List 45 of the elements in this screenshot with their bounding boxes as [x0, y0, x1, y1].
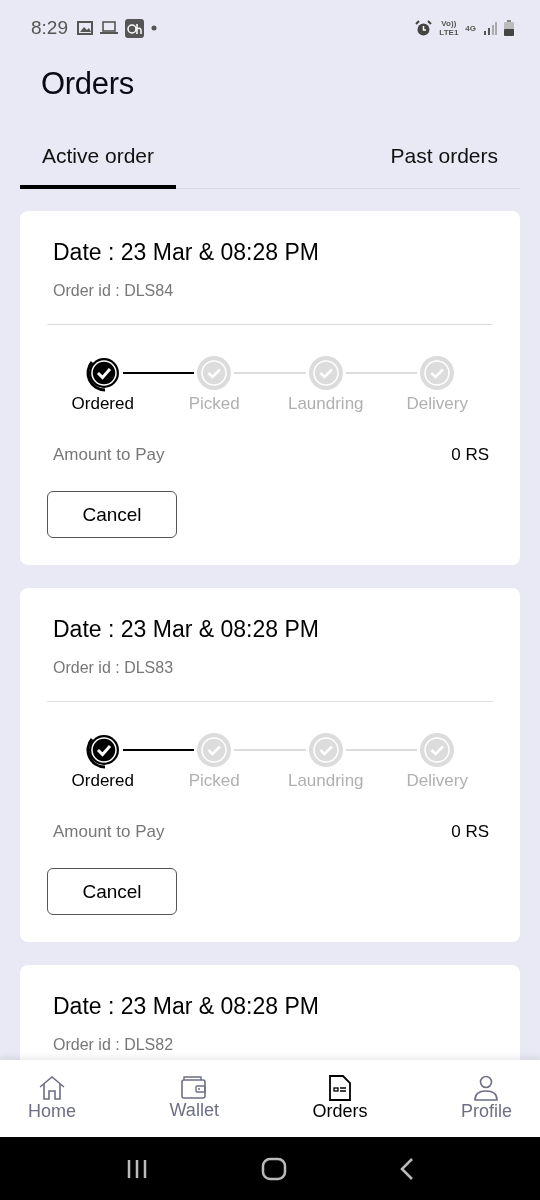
order-id: Order id : DLS83	[53, 659, 175, 677]
dot-icon	[151, 25, 157, 31]
order-id: Order id : DLS84	[53, 282, 175, 300]
step-label: Picked	[188, 771, 240, 791]
alarm-icon	[415, 19, 433, 37]
cancel-button[interactable]: Cancel	[47, 491, 177, 538]
cancel-button[interactable]: Cancel	[47, 868, 177, 915]
step-label: Laundring	[287, 394, 364, 414]
tab[interactable]: Active order	[20, 138, 177, 189]
document-icon	[328, 1075, 351, 1101]
recent-apps-icon[interactable]	[126, 1158, 149, 1179]
step-label: Picked	[188, 394, 240, 414]
profile-icon	[474, 1075, 499, 1101]
home-icon	[38, 1075, 66, 1101]
app-icon	[125, 18, 144, 38]
page-title: Orders	[41, 66, 135, 102]
amount-value: 0 RS	[451, 822, 489, 842]
status-time: 8:29	[31, 17, 68, 39]
battery-icon	[504, 20, 514, 36]
home-button-icon[interactable]	[261, 1156, 287, 1181]
order-date: Date : 23 Mar & 08:28 PM	[53, 616, 320, 643]
step-label: Ordered	[71, 394, 134, 414]
nav-item[interactable]: Profile	[454, 1075, 518, 1122]
amount-value: 0 RS	[451, 445, 489, 465]
order-date: Date : 23 Mar & 08:28 PM	[53, 239, 320, 266]
amount-label: Amount to Pay	[53, 822, 165, 842]
wallet-icon	[181, 1076, 208, 1100]
nav-item[interactable]: Orders	[306, 1075, 374, 1122]
data-label: 4G	[465, 23, 476, 33]
step-label: Delivery	[406, 394, 468, 414]
nav-item[interactable]: Home	[22, 1075, 82, 1122]
step-label: Ordered	[71, 771, 134, 791]
laptop-icon	[100, 21, 118, 35]
order-id: Order id : DLS82	[53, 1036, 175, 1054]
back-icon[interactable]	[399, 1156, 414, 1181]
step-label: Laundring	[287, 771, 364, 791]
network-label: Vo))	[441, 19, 457, 28]
network-label: LTE1	[439, 28, 459, 37]
amount-label: Amount to Pay	[53, 445, 165, 465]
order-date: Date : 23 Mar & 08:28 PM	[53, 993, 320, 1020]
signal-icon	[483, 21, 497, 35]
nav-item[interactable]: Wallet	[163, 1076, 225, 1121]
tab[interactable]: Past orders	[368, 138, 520, 189]
image-icon	[77, 21, 93, 35]
step-label: Delivery	[406, 771, 468, 791]
